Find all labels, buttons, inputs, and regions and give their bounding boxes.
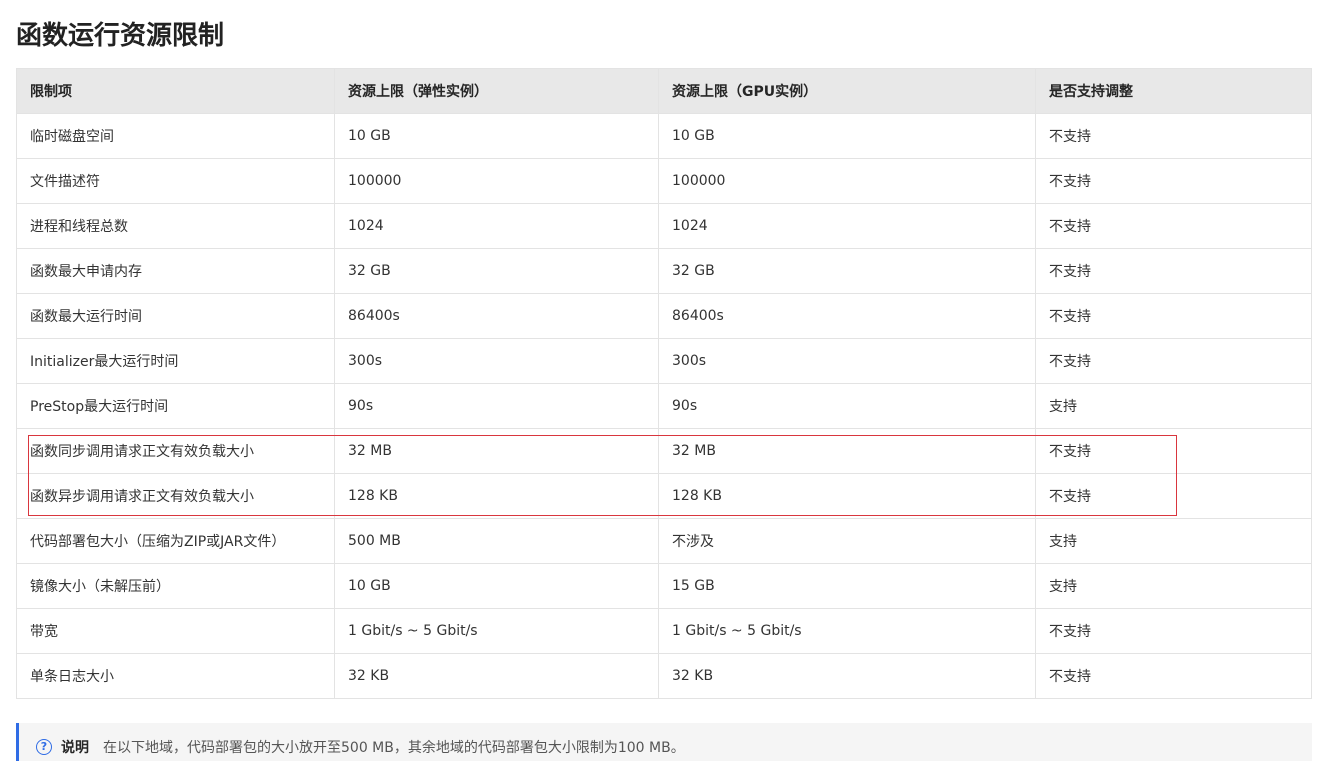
table-row: 函数异步调用请求正文有效负载大小 128 KB 128 KB 不支持 <box>16 473 1312 519</box>
table-row: PreStop最大运行时间 90s 90s 支持 <box>16 383 1312 429</box>
cell-elastic-limit: 32 GB <box>334 248 659 294</box>
table-row: 文件描述符 100000 100000 不支持 <box>16 158 1312 204</box>
cell-elastic-limit: 1024 <box>334 203 659 249</box>
cell-gpu-limit: 15 GB <box>658 563 1036 609</box>
cell-elastic-limit: 86400s <box>334 293 659 339</box>
cell-elastic-limit: 10 GB <box>334 113 659 159</box>
note-content: ? 说明 在以下地域，代码部署包的大小放开至500 MB，其余地域的代码部署包大… <box>36 737 685 757</box>
cell-limit-item: Initializer最大运行时间 <box>16 338 335 384</box>
cell-adjustable: 不支持 <box>1035 113 1312 159</box>
cell-limit-item: 镜像大小（未解压前） <box>16 563 335 609</box>
cell-adjustable: 不支持 <box>1035 158 1312 204</box>
cell-gpu-limit: 32 GB <box>658 248 1036 294</box>
cell-limit-item: 函数同步调用请求正文有效负载大小 <box>16 428 335 474</box>
table-row: 函数同步调用请求正文有效负载大小 32 MB 32 MB 不支持 <box>16 428 1312 474</box>
cell-limit-item: 临时磁盘空间 <box>16 113 335 159</box>
cell-gpu-limit: 10 GB <box>658 113 1036 159</box>
resource-limits-table: 限制项 资源上限（弹性实例） 资源上限（GPU实例） 是否支持调整 临时磁盘空间… <box>16 68 1312 699</box>
cell-gpu-limit: 100000 <box>658 158 1036 204</box>
cell-gpu-limit: 不涉及 <box>658 518 1036 564</box>
table-row: 代码部署包大小（压缩为ZIP或JAR文件） 500 MB 不涉及 支持 <box>16 518 1312 564</box>
cell-limit-item: 代码部署包大小（压缩为ZIP或JAR文件） <box>16 518 335 564</box>
cell-elastic-limit: 1 Gbit/s ~ 5 Gbit/s <box>334 608 659 654</box>
header-limit-item: 限制项 <box>16 68 335 114</box>
cell-elastic-limit: 100000 <box>334 158 659 204</box>
cell-adjustable: 不支持 <box>1035 293 1312 339</box>
cell-gpu-limit: 32 MB <box>658 428 1036 474</box>
header-adjustable: 是否支持调整 <box>1035 68 1312 114</box>
question-circle-icon: ? <box>36 739 52 755</box>
note-label: 说明 <box>61 740 89 756</box>
cell-adjustable: 不支持 <box>1035 608 1312 654</box>
cell-adjustable: 支持 <box>1035 518 1312 564</box>
cell-adjustable: 不支持 <box>1035 203 1312 249</box>
cell-limit-item: 进程和线程总数 <box>16 203 335 249</box>
header-elastic-limit: 资源上限（弹性实例） <box>334 68 659 114</box>
table-body: 临时磁盘空间 10 GB 10 GB 不支持 文件描述符 100000 100000 不支持进… <box>16 113 1312 699</box>
cell-gpu-limit: 1024 <box>658 203 1036 249</box>
table-row: 函数最大申请内存 32 GB 32 GB 不支持 <box>16 248 1312 294</box>
cell-limit-item: 文件描述符 <box>16 158 335 204</box>
page-title: 函数运行资源限制 <box>16 21 225 51</box>
cell-gpu-limit: 86400s <box>658 293 1036 339</box>
cell-elastic-limit: 10 GB <box>334 563 659 609</box>
cell-adjustable: 不支持 <box>1035 338 1312 384</box>
cell-elastic-limit: 90s <box>334 383 659 429</box>
cell-gpu-limit: 300s <box>658 338 1036 384</box>
cell-adjustable: 不支持 <box>1035 428 1312 474</box>
cell-limit-item: 函数异步调用请求正文有效负载大小 <box>16 473 335 519</box>
note-text: 在以下地域，代码部署包的大小放开至500 MB，其余地域的代码部署包大小限制为1… <box>103 740 685 756</box>
cell-elastic-limit: 32 MB <box>334 428 659 474</box>
cell-limit-item: 单条日志大小 <box>16 653 335 699</box>
cell-limit-item: 带宽 <box>16 608 335 654</box>
cell-limit-item: PreStop最大运行时间 <box>16 383 335 429</box>
cell-elastic-limit: 300s <box>334 338 659 384</box>
cell-adjustable: 不支持 <box>1035 653 1312 699</box>
cell-adjustable: 支持 <box>1035 563 1312 609</box>
cell-elastic-limit: 128 KB <box>334 473 659 519</box>
cell-gpu-limit: 128 KB <box>658 473 1036 519</box>
note-box: ? 说明 在以下地域，代码部署包的大小放开至500 MB，其余地域的代码部署包大… <box>16 723 1312 761</box>
cell-elastic-limit: 32 KB <box>334 653 659 699</box>
table-row: 单条日志大小 32 KB 32 KB 不支持 <box>16 653 1312 699</box>
cell-elastic-limit: 500 MB <box>334 518 659 564</box>
cell-gpu-limit: 32 KB <box>658 653 1036 699</box>
table-row: 带宽 1 Gbit/s ~ 5 Gbit/s 1 Gbit/s ~ 5 Gbit/s… <box>16 608 1312 654</box>
cell-gpu-limit: 90s <box>658 383 1036 429</box>
cell-adjustable: 支持 <box>1035 383 1312 429</box>
cell-limit-item: 函数最大申请内存 <box>16 248 335 294</box>
table-row: Initializer最大运行时间 300s 300s 不支持 <box>16 338 1312 384</box>
table-row: 函数最大运行时间 86400s 86400s 不支持 <box>16 293 1312 339</box>
cell-adjustable: 不支持 <box>1035 473 1312 519</box>
table-row: 临时磁盘空间 10 GB 10 GB 不支持 <box>16 113 1312 159</box>
doc-page: 函数运行资源限制 限制项 资源上限（弹性实例） 资源上限（GPU实例） 是否支持… <box>0 0 1324 761</box>
table-row: 镜像大小（未解压前） 10 GB 15 GB 支持 <box>16 563 1312 609</box>
cell-gpu-limit: 1 Gbit/s ~ 5 Gbit/s <box>658 608 1036 654</box>
table-header-row: 限制项 资源上限（弹性实例） 资源上限（GPU实例） 是否支持调整 <box>16 68 1312 114</box>
header-gpu-limit: 资源上限（GPU实例） <box>658 68 1036 114</box>
cell-adjustable: 不支持 <box>1035 248 1312 294</box>
cell-limit-item: 函数最大运行时间 <box>16 293 335 339</box>
table-row: 进程和线程总数 1024 1024 不支持 <box>16 203 1312 249</box>
